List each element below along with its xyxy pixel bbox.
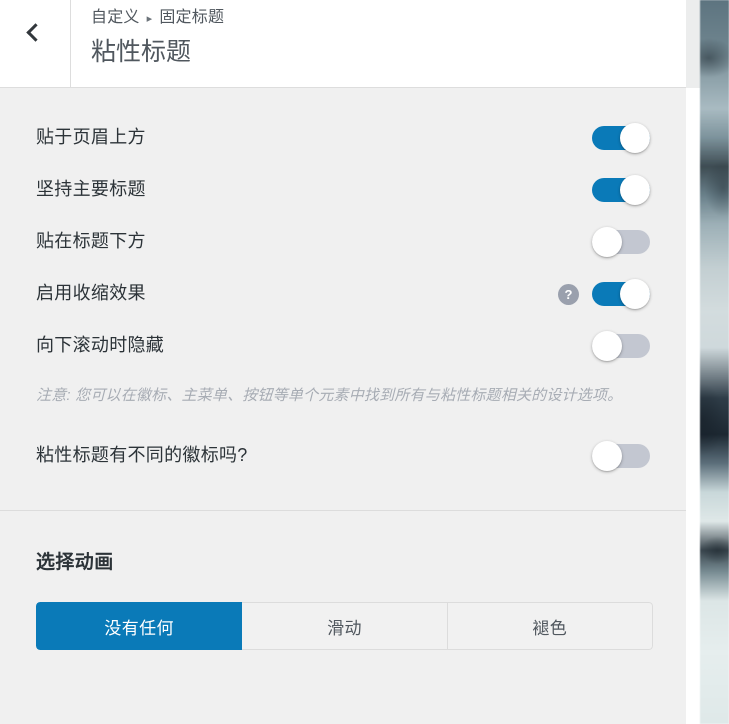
toggle-list: 贴于页眉上方 坚持主要标题 贴在标题下方 启用收缩效果 ? 向下滚动时隐藏: [0, 88, 686, 372]
preview-gutter-top: [685, 0, 700, 88]
toggle-knob: [620, 123, 650, 153]
animation-section: 选择动画 没有任何 滑动 褪色: [0, 511, 686, 650]
animation-option-slide[interactable]: 滑动: [242, 602, 448, 650]
toggle-controls: [592, 123, 650, 153]
back-button[interactable]: [0, 0, 71, 87]
toggle-row: 粘性标题有不同的徽标吗?: [36, 430, 650, 482]
toggle-knob: [592, 441, 622, 471]
toggle-switch-hide-on-scroll-down[interactable]: [592, 331, 650, 361]
toggle-label: 启用收缩效果: [36, 283, 146, 304]
preview-gutter: [685, 0, 700, 724]
toggle-row: 向下滚动时隐藏: [36, 320, 650, 372]
toggle-switch-shrink-effect[interactable]: [592, 279, 650, 309]
site-preview-image[interactable]: [700, 0, 729, 724]
panel-header: 自定义 ▸ 固定标题 粘性标题: [0, 0, 686, 88]
toggle-label: 坚持主要标题: [36, 179, 146, 200]
toggle-controls: [592, 227, 650, 257]
logo-toggle-list: 粘性标题有不同的徽标吗?: [0, 410, 686, 482]
toggle-controls: ?: [558, 279, 650, 309]
toggle-knob: [592, 227, 622, 257]
toggle-row: 贴在标题下方: [36, 216, 650, 268]
toggle-switch-stick-below-header[interactable]: [592, 227, 650, 257]
toggle-controls: [592, 175, 650, 205]
breadcrumb-current: 固定标题: [159, 9, 225, 26]
toggle-label: 贴于页眉上方: [36, 127, 146, 148]
chevron-left-icon: [25, 23, 45, 42]
toggle-knob: [620, 175, 650, 205]
toggle-row: 启用收缩效果 ?: [36, 268, 650, 320]
customizer-screen: 自定义 ▸ 固定标题 粘性标题 贴于页眉上方 坚持主要标题 贴在标题下方 启用收…: [0, 0, 729, 724]
page-title: 粘性标题: [91, 38, 192, 66]
breadcrumb-separator-icon: ▸: [146, 12, 153, 25]
toggle-switch-stick-above-header[interactable]: [592, 123, 650, 153]
animation-option-group: 没有任何 滑动 褪色: [36, 602, 653, 650]
animation-section-title: 选择动画: [36, 552, 114, 573]
toggle-controls: [592, 441, 650, 471]
toggle-knob: [592, 331, 622, 361]
toggle-switch-different-logo[interactable]: [592, 441, 650, 471]
toggle-row: 贴于页眉上方: [36, 112, 650, 164]
toggle-label: 粘性标题有不同的徽标吗?: [36, 445, 248, 466]
settings-note: 注意: 您可以在徽标、主菜单、按钮等单个元素中找到所有与粘性标题相关的设计选项。: [36, 387, 623, 404]
settings-panel: 自定义 ▸ 固定标题 粘性标题 贴于页眉上方 坚持主要标题 贴在标题下方 启用收…: [0, 0, 686, 724]
breadcrumb-parent[interactable]: 自定义: [91, 5, 140, 31]
animation-option-fade[interactable]: 褪色: [447, 602, 653, 650]
header-text-block: 自定义 ▸ 固定标题 粘性标题: [71, 0, 686, 87]
animation-option-none[interactable]: 没有任何: [36, 602, 243, 650]
toggle-controls: [592, 331, 650, 361]
toggle-switch-stick-main-header[interactable]: [592, 175, 650, 205]
toggle-knob: [620, 279, 650, 309]
breadcrumb: 自定义 ▸ 固定标题: [91, 5, 686, 31]
help-icon[interactable]: ?: [558, 283, 579, 305]
toggle-label: 向下滚动时隐藏: [36, 335, 165, 356]
toggle-label: 贴在标题下方: [36, 231, 146, 252]
toggle-row: 坚持主要标题: [36, 164, 650, 216]
